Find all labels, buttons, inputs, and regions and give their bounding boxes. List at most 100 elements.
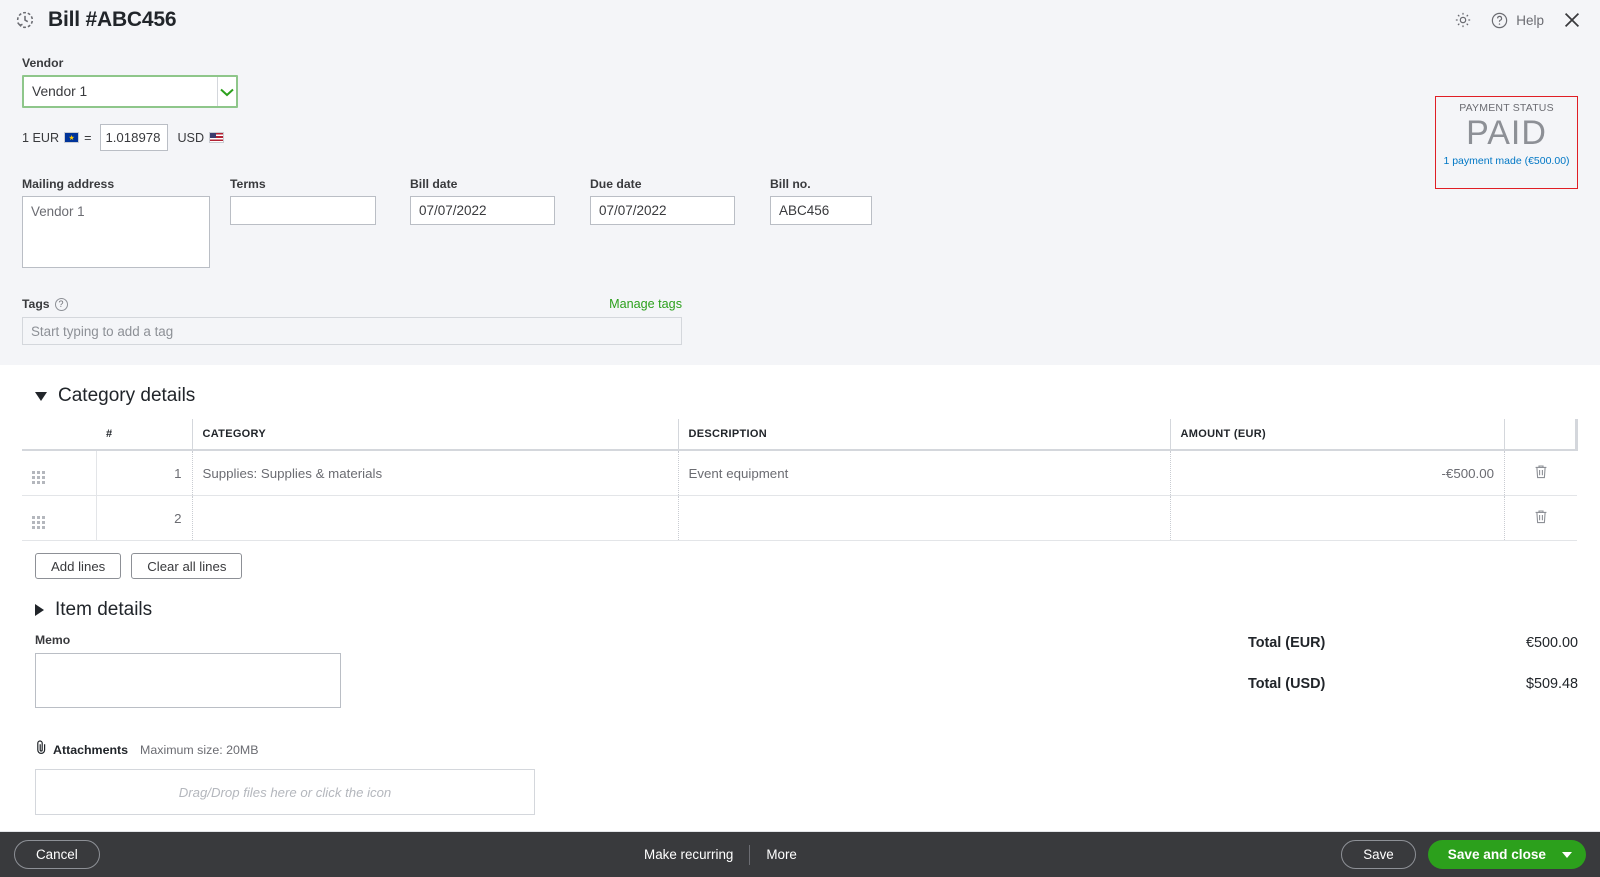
exchange-from-label: 1 EUR <box>22 130 60 145</box>
bill-date-label: Bill date <box>410 177 458 191</box>
add-lines-button[interactable]: Add lines <box>35 553 122 579</box>
tags-label: Tags <box>22 297 50 311</box>
due-date-label: Due date <box>590 177 642 191</box>
page-title: Bill #ABC456 <box>48 8 177 31</box>
vendor-combobox[interactable] <box>22 75 238 108</box>
terms-select[interactable] <box>230 196 435 225</box>
bill-date-input[interactable] <box>410 196 555 225</box>
trash-icon[interactable] <box>1534 464 1548 483</box>
footer-center-links: Make recurring More <box>644 844 797 865</box>
history-clock-icon[interactable] <box>14 9 36 31</box>
due-date-input[interactable] <box>590 196 735 225</box>
row-description[interactable] <box>678 495 1171 541</box>
save-and-close-button[interactable]: Save and close <box>1427 840 1586 869</box>
bill-top-form: Vendor 1 EUR = USD Mailing address Terms <box>0 40 1600 365</box>
total-usd-value: $509.48 <box>1525 676 1578 692</box>
terms-input[interactable] <box>231 197 424 224</box>
save-and-close-label: Save and close <box>1447 847 1546 862</box>
col-delete <box>1504 419 1578 451</box>
row-number: 1 <box>96 450 193 496</box>
footer-divider-line <box>749 844 751 865</box>
tags-question-mark-icon[interactable]: ? <box>54 297 68 311</box>
total-eur-value: €500.00 <box>1525 635 1578 651</box>
bill-detail-fields: Mailing address Terms Bill date Due date… <box>22 177 1578 273</box>
exchange-equals: = <box>84 130 92 145</box>
mailing-address-group: Mailing address <box>22 177 230 273</box>
bill-no-group: Bill no. <box>770 177 872 225</box>
bill-no-input[interactable] <box>770 196 872 225</box>
triangle-down-icon <box>35 391 47 401</box>
save-caret-down-icon[interactable] <box>1562 851 1572 858</box>
memo-input[interactable] <box>35 653 341 708</box>
mailing-address-label: Mailing address <box>22 177 115 191</box>
category-details-section: Category details # CATEGORY DESCRIPTION … <box>0 365 1600 579</box>
drag-handle-icon[interactable] <box>32 471 45 484</box>
drag-handle-icon[interactable] <box>32 516 45 529</box>
row-description[interactable]: Event equipment <box>678 450 1171 496</box>
tags-group: Tags ? Manage tags <box>22 297 682 345</box>
paperclip-icon[interactable] <box>35 739 48 760</box>
attachments-dropzone[interactable]: Drag/Drop files here or click the icon <box>35 769 535 815</box>
attachments-section: Attachments Maximum size: 20MB Drag/Drop… <box>0 713 1600 815</box>
bill-date-group: Bill date <box>410 177 590 225</box>
payment-status-value: PAID <box>1466 114 1547 152</box>
vendor-input[interactable] <box>24 77 217 106</box>
terms-label: Terms <box>230 177 266 191</box>
exchange-rate-row: 1 EUR = USD <box>22 124 1578 151</box>
tags-input[interactable] <box>22 317 682 345</box>
col-category: CATEGORY <box>192 419 679 451</box>
col-drag <box>22 419 96 451</box>
table-header-row: # CATEGORY DESCRIPTION AMOUNT (EUR) <box>22 419 1578 451</box>
save-button[interactable]: Save <box>1341 840 1416 869</box>
bill-no-label: Bill no. <box>770 177 811 191</box>
mailing-address-input[interactable] <box>22 196 210 268</box>
vendor-field-group: Vendor <box>22 56 238 108</box>
row-delete-cell[interactable] <box>1504 495 1577 541</box>
item-details-toggle[interactable]: Item details <box>22 579 1578 633</box>
item-details-title: Item details <box>55 599 153 620</box>
table-row: 1 Supplies: Supplies & materials Event e… <box>22 450 1577 496</box>
gear-icon[interactable] <box>1453 10 1473 30</box>
total-eur-row: Total (EUR) €500.00 <box>1248 635 1578 651</box>
col-description: DESCRIPTION <box>678 419 1171 451</box>
header-left-group: Bill #ABC456 <box>14 8 177 32</box>
vendor-dropdown-chevron-down-icon[interactable] <box>217 77 236 106</box>
col-number: # <box>96 419 193 451</box>
help-button[interactable]: Help <box>1490 11 1544 30</box>
help-label: Help <box>1516 12 1544 28</box>
totals-group: Total (EUR) €500.00 Total (USD) $509.48 <box>1248 635 1578 717</box>
eu-flag-icon <box>64 132 80 143</box>
category-lines-table: # CATEGORY DESCRIPTION AMOUNT (EUR) 1 Su… <box>22 419 1578 541</box>
clear-all-lines-button[interactable]: Clear all lines <box>131 553 243 579</box>
attachments-header: Attachments Maximum size: 20MB <box>35 739 1578 760</box>
exchange-rate-input[interactable] <box>100 124 169 151</box>
trash-icon[interactable] <box>1534 509 1548 528</box>
row-category[interactable]: Supplies: Supplies & materials <box>192 450 679 496</box>
row-amount[interactable] <box>1170 495 1505 541</box>
us-flag-icon <box>209 132 225 143</box>
attachments-max-size: Maximum size: 20MB <box>140 742 259 757</box>
cancel-button[interactable]: Cancel <box>14 840 100 869</box>
total-usd-label: Total (USD) <box>1248 676 1326 692</box>
row-delete-cell[interactable] <box>1504 450 1577 496</box>
window-header: Bill #ABC456 Help <box>0 0 1600 40</box>
row-drag-cell[interactable] <box>22 495 97 541</box>
close-x-icon[interactable] <box>1561 9 1583 31</box>
row-drag-cell[interactable] <box>22 450 97 496</box>
row-category[interactable] <box>192 495 679 541</box>
header-right-group: Help <box>1453 9 1586 31</box>
row-amount[interactable]: -€500.00 <box>1170 450 1505 496</box>
footer-save-group: Save Save and close <box>1341 840 1586 869</box>
table-row: 2 <box>22 495 1577 541</box>
more-link[interactable]: More <box>766 847 797 862</box>
item-details-section: Item details <box>0 579 1600 633</box>
attachments-title: Attachments <box>53 742 129 757</box>
payment-made-link[interactable]: 1 payment made (€500.00) <box>1436 155 1577 167</box>
category-details-toggle[interactable]: Category details <box>22 365 1578 419</box>
due-date-group: Due date <box>590 177 770 225</box>
total-eur-label: Total (EUR) <box>1248 635 1326 651</box>
make-recurring-link[interactable]: Make recurring <box>644 847 733 862</box>
manage-tags-link[interactable]: Manage tags <box>609 297 682 311</box>
triangle-right-icon <box>35 604 44 616</box>
question-circle-icon <box>1490 11 1509 30</box>
